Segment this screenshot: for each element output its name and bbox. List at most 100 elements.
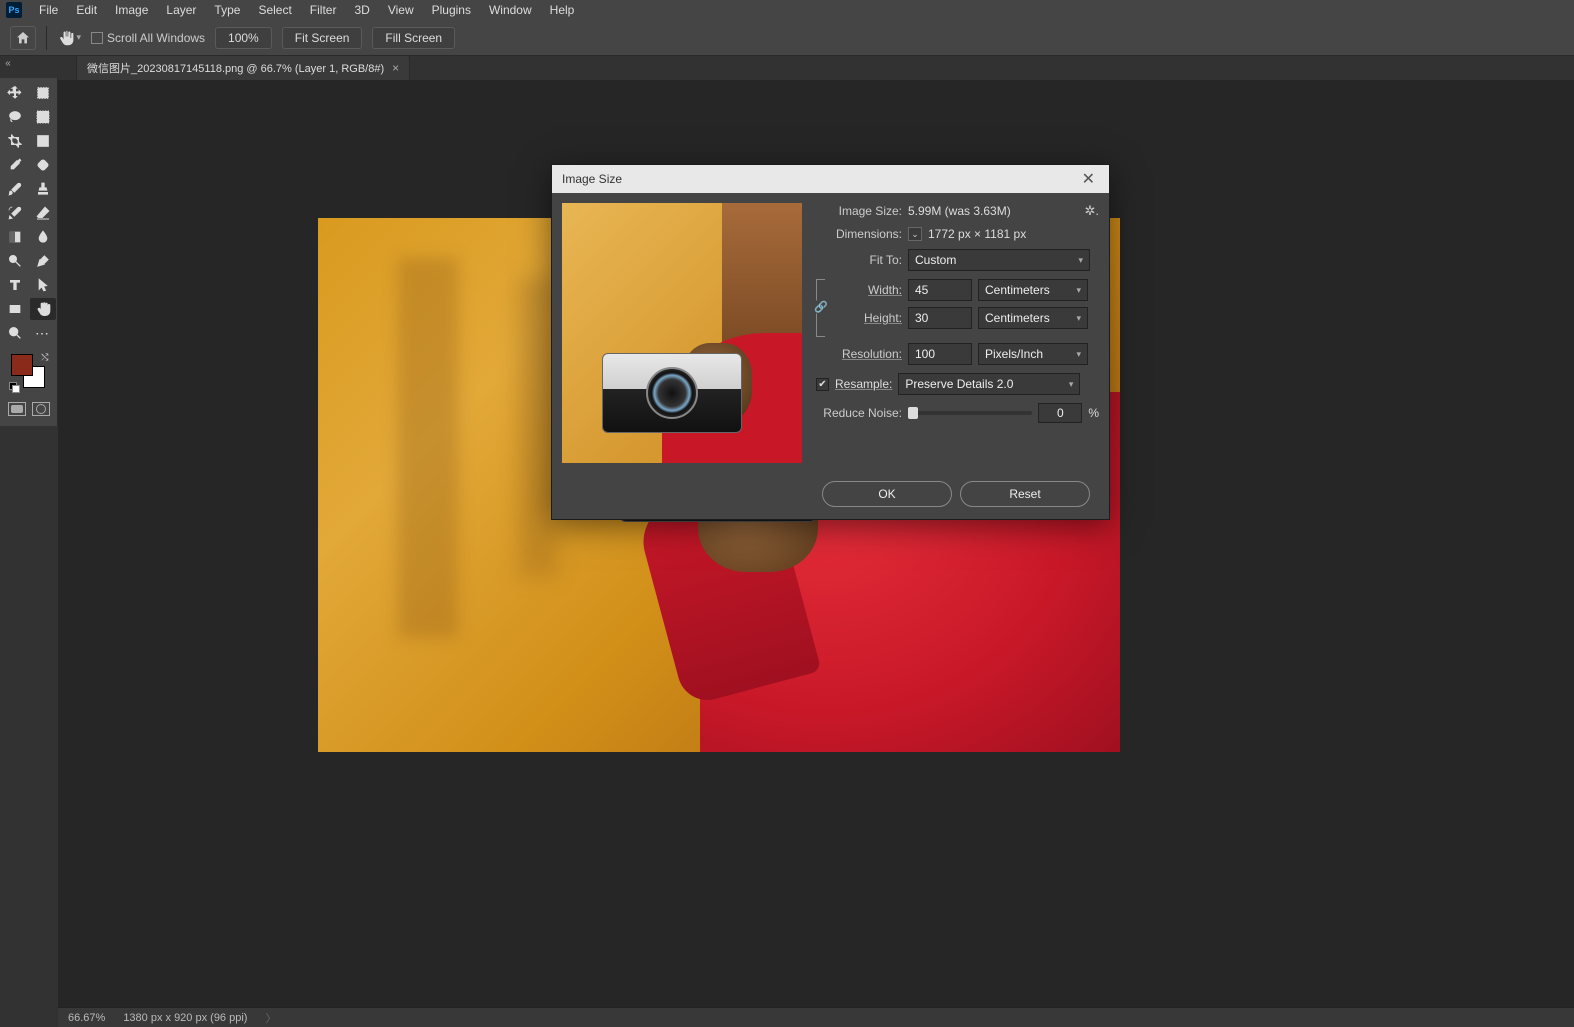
- menu-select[interactable]: Select: [249, 1, 300, 19]
- zoom-100-button[interactable]: 100%: [215, 27, 272, 49]
- collapse-panels-icon[interactable]: «: [0, 56, 16, 70]
- image-size-dialog: Image Size ✕ Image Size: 5.99M (was 3.63…: [551, 164, 1110, 520]
- lasso-tool[interactable]: [2, 106, 28, 128]
- close-icon[interactable]: ×: [392, 61, 399, 75]
- color-swatches[interactable]: ⤭: [9, 352, 49, 392]
- dialog-title: Image Size: [562, 172, 622, 186]
- rectangle-tool[interactable]: [2, 298, 28, 320]
- height-unit-select[interactable]: Centimeters▾: [978, 307, 1088, 329]
- fill-screen-button[interactable]: Fill Screen: [372, 27, 455, 49]
- menu-edit[interactable]: Edit: [67, 1, 106, 19]
- tools-panel: ⋯ ⤭: [0, 78, 58, 426]
- frame-tool[interactable]: [30, 130, 56, 152]
- home-button[interactable]: [10, 26, 36, 50]
- percent-label: %: [1088, 406, 1099, 420]
- scroll-all-label: Scroll All Windows: [107, 31, 205, 45]
- history-brush-tool[interactable]: [2, 202, 28, 224]
- chevron-down-icon: ▾: [1076, 313, 1081, 324]
- options-bar: ▾ Scroll All Windows 100% Fit Screen Fil…: [0, 20, 1574, 56]
- separator: [46, 26, 47, 50]
- fit-to-label: Fit To:: [816, 253, 902, 267]
- menu-type[interactable]: Type: [205, 1, 249, 19]
- hand-tool-icon[interactable]: ▾: [57, 26, 81, 50]
- chevron-down-icon: ▾: [1076, 285, 1081, 296]
- dialog-titlebar[interactable]: Image Size ✕: [552, 165, 1109, 193]
- chevron-down-icon: ▾: [1069, 379, 1074, 390]
- path-select-tool[interactable]: [30, 274, 56, 296]
- edit-toolbar[interactable]: ⋯: [30, 322, 56, 344]
- width-unit-select[interactable]: Centimeters▾: [978, 279, 1088, 301]
- fit-screen-button[interactable]: Fit Screen: [282, 27, 363, 49]
- default-colors-icon[interactable]: [9, 382, 19, 392]
- gradient-tool[interactable]: [2, 226, 28, 248]
- status-bar: 66.67% 1380 px x 920 px (96 ppi) 〉: [58, 1007, 1574, 1027]
- height-input[interactable]: [908, 307, 972, 329]
- resample-label: Resample:: [835, 377, 892, 391]
- resolution-unit-select[interactable]: Pixels/Inch▾: [978, 343, 1088, 365]
- link-icon: 🔗: [814, 301, 828, 314]
- width-label: Width:: [832, 283, 902, 297]
- eyedropper-tool[interactable]: [2, 154, 28, 176]
- ok-button[interactable]: OK: [822, 481, 952, 507]
- dodge-tool[interactable]: [2, 250, 28, 272]
- hand-tool[interactable]: [30, 298, 56, 320]
- type-tool[interactable]: [2, 274, 28, 296]
- move-tool[interactable]: [2, 82, 28, 104]
- image-size-value: 5.99M (was 3.63M): [908, 204, 1011, 218]
- resample-checkbox[interactable]: ✔: [816, 378, 829, 391]
- healing-tool[interactable]: [30, 154, 56, 176]
- menu-window[interactable]: Window: [480, 1, 541, 19]
- blur-tool[interactable]: [30, 226, 56, 248]
- status-doc-info[interactable]: 1380 px x 920 px (96 ppi): [123, 1012, 247, 1024]
- menu-layer[interactable]: Layer: [157, 1, 205, 19]
- menu-plugins[interactable]: Plugins: [423, 1, 480, 19]
- fit-to-select[interactable]: Custom▾: [908, 249, 1090, 271]
- dimensions-value: 1772 px × 1181 px: [928, 227, 1026, 241]
- document-tab-title: 微信图片_20230817145118.png @ 66.7% (Layer 1…: [87, 60, 384, 76]
- constrain-proportions[interactable]: 🔗: [816, 279, 830, 335]
- dialog-preview[interactable]: [562, 203, 802, 463]
- menu-filter[interactable]: Filter: [301, 1, 346, 19]
- resolution-label: Resolution:: [816, 347, 902, 361]
- menu-bar: Ps File Edit Image Layer Type Select Fil…: [0, 0, 1574, 20]
- scroll-all-windows-checkbox[interactable]: Scroll All Windows: [91, 31, 205, 45]
- chevron-right-icon[interactable]: 〉: [265, 1010, 276, 1026]
- chevron-down-icon: ▾: [1076, 349, 1081, 360]
- menu-image[interactable]: Image: [106, 1, 157, 19]
- status-zoom[interactable]: 66.67%: [68, 1012, 105, 1024]
- checkbox-icon: [91, 32, 103, 44]
- foreground-color[interactable]: [11, 354, 33, 376]
- width-input[interactable]: [908, 279, 972, 301]
- reset-button[interactable]: Reset: [960, 481, 1090, 507]
- chevron-down-icon: ▾: [1078, 255, 1083, 266]
- menu-help[interactable]: Help: [541, 1, 584, 19]
- menu-3d[interactable]: 3D: [345, 1, 378, 19]
- gear-icon[interactable]: ✲.: [1084, 203, 1099, 219]
- crop-tool[interactable]: [2, 130, 28, 152]
- rect-marquee-tool[interactable]: [30, 82, 56, 104]
- object-select-tool[interactable]: [30, 106, 56, 128]
- slider-thumb[interactable]: [908, 407, 918, 419]
- brush-tool[interactable]: [2, 178, 28, 200]
- height-label: Height:: [832, 311, 902, 325]
- menu-file[interactable]: File: [30, 1, 67, 19]
- reduce-noise-value[interactable]: 0: [1038, 403, 1082, 423]
- close-icon[interactable]: ✕: [1078, 169, 1099, 189]
- reduce-noise-label: Reduce Noise:: [816, 406, 902, 420]
- resolution-input[interactable]: [908, 343, 972, 365]
- pen-tool[interactable]: [30, 250, 56, 272]
- standard-mode-icon[interactable]: [8, 402, 26, 416]
- stamp-tool[interactable]: [30, 178, 56, 200]
- image-size-label: Image Size:: [816, 204, 902, 218]
- reduce-noise-slider[interactable]: [908, 411, 1032, 415]
- zoom-tool[interactable]: [2, 322, 28, 344]
- document-tab-bar: 微信图片_20230817145118.png @ 66.7% (Layer 1…: [58, 56, 1574, 80]
- quickmask-mode-icon[interactable]: [32, 402, 50, 416]
- eraser-tool[interactable]: [30, 202, 56, 224]
- dimensions-unit-toggle[interactable]: ⌄: [908, 227, 922, 241]
- resample-select[interactable]: Preserve Details 2.0▾: [898, 373, 1080, 395]
- swap-colors-icon[interactable]: ⤭: [41, 352, 48, 363]
- document-tab[interactable]: 微信图片_20230817145118.png @ 66.7% (Layer 1…: [76, 55, 410, 80]
- menu-view[interactable]: View: [379, 1, 423, 19]
- app-icon: Ps: [6, 2, 22, 18]
